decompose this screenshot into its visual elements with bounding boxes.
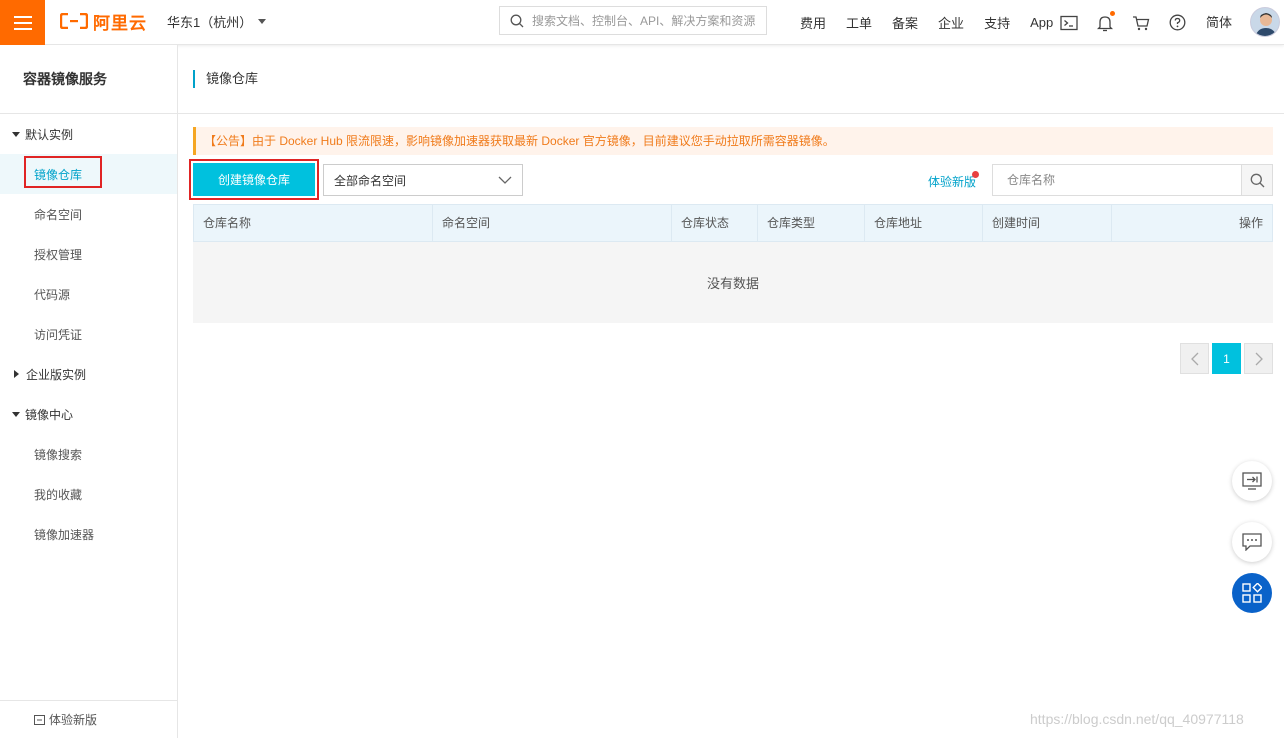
column-created-time: 创建时间 bbox=[983, 205, 1112, 241]
sidebar-group-enterprise-instance[interactable]: 企业版实例 bbox=[0, 354, 177, 394]
pagination: 1 bbox=[1180, 343, 1273, 374]
column-repo-address: 仓库地址 bbox=[865, 205, 983, 241]
sidebar-item-label: 镜像搜索 bbox=[34, 447, 83, 462]
column-actions: 操作 bbox=[1238, 216, 1263, 230]
region-label: 华东1（杭州） bbox=[167, 15, 253, 30]
sidebar-item-label: 授权管理 bbox=[34, 247, 83, 262]
top-link-fees[interactable]: 费用 bbox=[800, 13, 826, 32]
page-title: 镜像仓库 bbox=[193, 70, 258, 88]
sidebar-item-image-accelerator[interactable]: 镜像加速器 bbox=[0, 514, 177, 554]
search-icon bbox=[1250, 173, 1264, 187]
apps-icon bbox=[1242, 583, 1262, 603]
sidebar-group-label: 镜像中心 bbox=[25, 407, 74, 422]
chat-icon bbox=[1242, 533, 1262, 551]
empty-text: 没有数据 bbox=[706, 276, 759, 291]
menu-button[interactable] bbox=[0, 0, 45, 45]
column-repo-name: 仓库名称 bbox=[194, 205, 433, 241]
sidebar-item-label: 访问凭证 bbox=[34, 327, 83, 342]
top-link-tickets[interactable]: 工单 bbox=[846, 13, 872, 32]
try-new-version-link[interactable]: 体验新版 bbox=[928, 173, 976, 190]
page-number[interactable]: 1 bbox=[1212, 343, 1241, 374]
top-icons bbox=[1060, 0, 1204, 45]
sidebar-group-default-instance[interactable]: 默认实例 bbox=[0, 114, 177, 154]
highlight-box bbox=[24, 156, 102, 188]
float-chat-button[interactable] bbox=[1232, 522, 1272, 562]
top-navigation-bar: 阿里云 华东1（杭州） 费用 工单 备案 企业 支持 App 简体 bbox=[0, 0, 1284, 45]
sidebar-item-label: 代码源 bbox=[34, 287, 71, 302]
sidebar-title: 容器镜像服务 bbox=[0, 45, 177, 114]
sidebar-item-image-repos[interactable]: 镜像仓库 bbox=[0, 154, 177, 194]
repository-search-input[interactable] bbox=[993, 165, 1241, 195]
switch-version-icon bbox=[34, 714, 45, 725]
chevron-left-icon bbox=[1190, 352, 1198, 365]
hamburger-icon bbox=[13, 15, 32, 30]
column-repo-type: 仓库类型 bbox=[758, 205, 865, 241]
region-selector[interactable]: 华东1（杭州） bbox=[167, 12, 267, 31]
sidebar-item-authorization[interactable]: 授权管理 bbox=[0, 234, 177, 274]
notification-dot bbox=[1110, 10, 1115, 16]
next-page-button[interactable] bbox=[1244, 343, 1273, 374]
collapse-icon bbox=[14, 370, 19, 378]
aliyun-logo-icon bbox=[60, 13, 88, 29]
search-button[interactable] bbox=[1241, 165, 1272, 195]
sidebar-item-image-search[interactable]: 镜像搜索 bbox=[0, 434, 177, 474]
caret-down-icon bbox=[258, 19, 267, 24]
float-apps-button[interactable] bbox=[1232, 573, 1272, 613]
sidebar-item-label: 我的收藏 bbox=[34, 487, 83, 502]
prev-page-button[interactable] bbox=[1180, 343, 1209, 374]
search-icon bbox=[510, 14, 524, 27]
top-link-support[interactable]: 支持 bbox=[984, 13, 1010, 32]
column-repo-status: 仓库状态 bbox=[672, 205, 758, 241]
float-export-button[interactable] bbox=[1232, 461, 1272, 501]
bell-icon[interactable] bbox=[1096, 10, 1115, 32]
create-repository-button[interactable]: 创建镜像仓库 bbox=[193, 163, 315, 196]
sidebar-item-label: 镜像加速器 bbox=[34, 527, 95, 542]
sidebar: 容器镜像服务 默认实例 镜像仓库 命名空间 授权管理 代码源 访问凭证 企业版实… bbox=[0, 45, 178, 738]
global-search-input[interactable] bbox=[532, 13, 762, 28]
sidebar-item-favorites[interactable]: 我的收藏 bbox=[0, 474, 177, 514]
top-link-app[interactable]: App bbox=[1030, 15, 1053, 30]
expand-icon bbox=[12, 411, 20, 417]
column-namespace: 命名空间 bbox=[433, 205, 672, 241]
namespace-select[interactable]: 全部命名空间 bbox=[323, 164, 523, 196]
global-search[interactable] bbox=[499, 6, 767, 35]
top-link-enterprise[interactable]: 企业 bbox=[938, 13, 964, 32]
repository-search bbox=[992, 164, 1273, 196]
terminal-icon[interactable] bbox=[1060, 14, 1078, 32]
empty-state: 没有数据 bbox=[193, 242, 1273, 323]
chevron-right-icon bbox=[1255, 352, 1263, 365]
help-icon[interactable] bbox=[1168, 14, 1186, 32]
export-icon bbox=[1242, 472, 1262, 490]
watermark-text: https://blog.csdn.net/qq_40977118 bbox=[1030, 711, 1244, 727]
sidebar-try-new-version[interactable]: 体验新版 bbox=[0, 700, 177, 738]
aliyun-logo[interactable]: 阿里云 bbox=[60, 9, 147, 33]
top-links: 费用 工单 备案 企业 支持 App bbox=[800, 0, 1073, 45]
sidebar-group-label: 默认实例 bbox=[25, 127, 74, 142]
announcement-banner: 【公告】由于 Docker Hub 限流限速，影响镜像加速器获取最新 Docke… bbox=[193, 127, 1273, 155]
repository-table: 仓库名称 命名空间 仓库状态 仓库类型 仓库地址 创建时间 操作 没有数据 bbox=[193, 204, 1273, 323]
try-new-version-label: 体验新版 bbox=[49, 713, 98, 727]
expand-icon bbox=[12, 131, 20, 137]
sidebar-item-access-credential[interactable]: 访问凭证 bbox=[0, 314, 177, 354]
avatar[interactable] bbox=[1250, 7, 1280, 37]
new-badge-dot bbox=[972, 171, 979, 178]
page-header: 镜像仓库 bbox=[178, 45, 1284, 114]
top-link-icp[interactable]: 备案 bbox=[892, 13, 918, 32]
sidebar-item-code-source[interactable]: 代码源 bbox=[0, 274, 177, 314]
language-switch[interactable]: 简体 bbox=[1206, 12, 1232, 31]
brand-name: 阿里云 bbox=[93, 13, 147, 33]
sidebar-group-label: 企业版实例 bbox=[26, 367, 87, 382]
sidebar-item-label: 命名空间 bbox=[34, 207, 83, 222]
namespace-select-value: 全部命名空间 bbox=[334, 173, 407, 188]
sidebar-item-namespaces[interactable]: 命名空间 bbox=[0, 194, 177, 234]
sidebar-group-image-center[interactable]: 镜像中心 bbox=[0, 394, 177, 434]
table-header: 仓库名称 命名空间 仓库状态 仓库类型 仓库地址 创建时间 操作 bbox=[193, 204, 1273, 242]
cart-icon[interactable] bbox=[1132, 14, 1150, 32]
chevron-down-icon bbox=[498, 176, 512, 184]
